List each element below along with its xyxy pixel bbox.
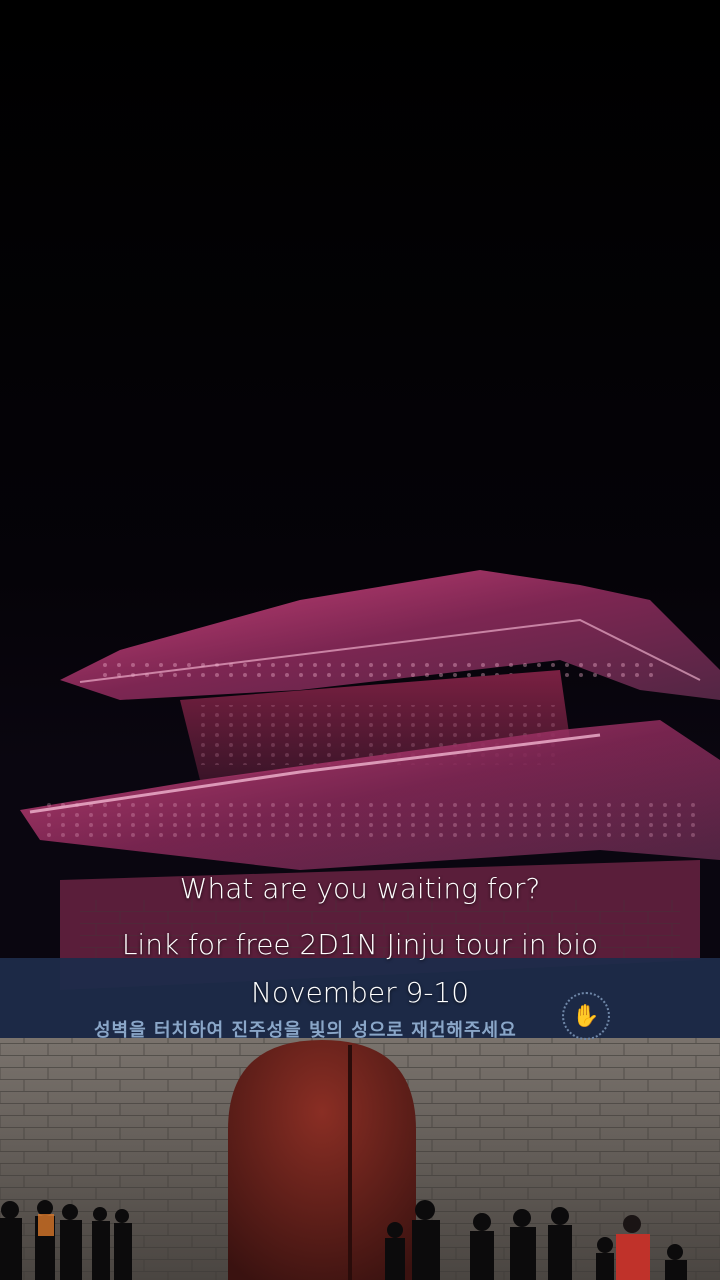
caption-line-2: Link for free 2D1N Jinju tour in bio: [121, 928, 599, 961]
photo-scene: 성벽을 터치하여 진주성을 빛의 성으로 재건해주세요 ✋ What are y…: [0, 0, 720, 1280]
banner-korean-text: 성벽을 터치하여 진주성을 빛의 성으로 재건해주세요: [94, 1020, 517, 1041]
caption-line-3: November 9-10: [250, 976, 470, 1009]
caption-line-1: What are you waiting for?: [179, 872, 541, 905]
jinju-fortress-night-photo: [0, 0, 720, 1280]
